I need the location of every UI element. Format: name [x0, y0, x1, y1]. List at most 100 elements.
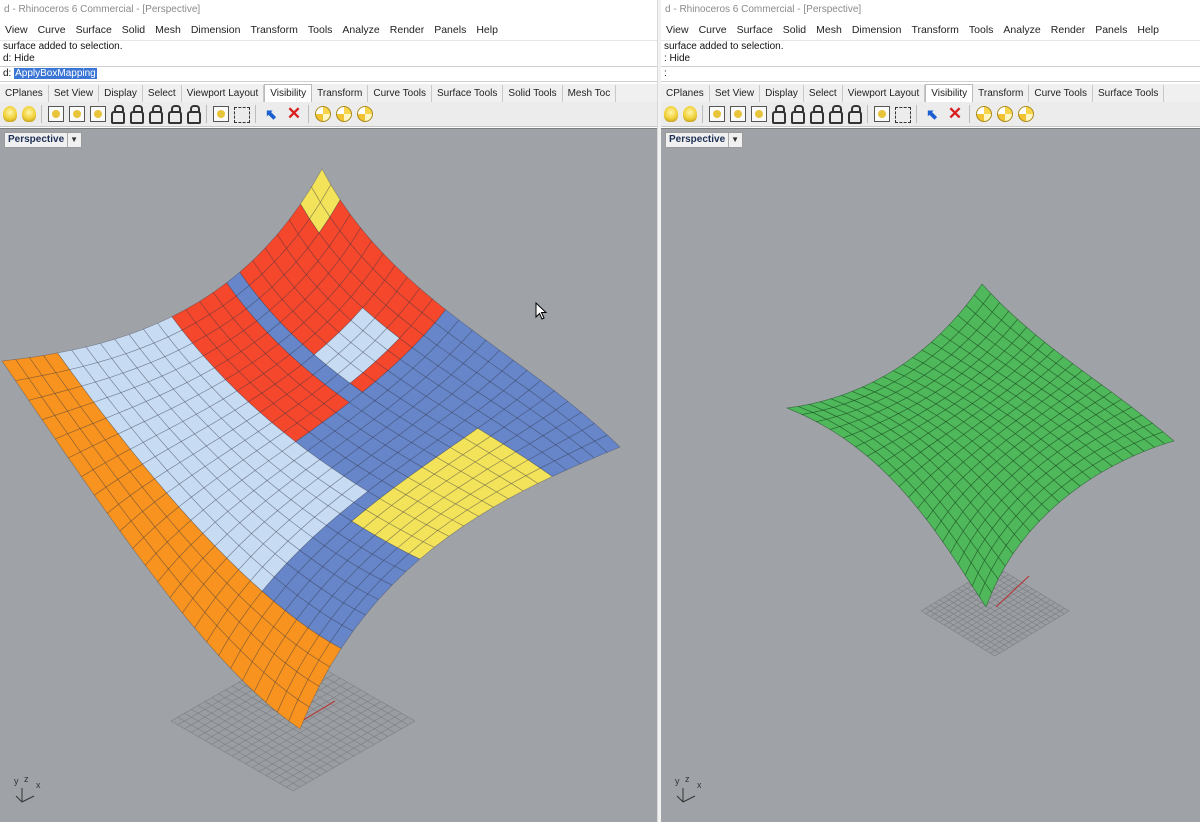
- tab-cplanes[interactable]: CPlanes: [661, 85, 710, 102]
- command-text[interactable]: ApplyBoxMapping: [14, 68, 97, 79]
- select-lock-icon[interactable]: [213, 106, 229, 122]
- tab-set-view[interactable]: Set View: [710, 85, 761, 102]
- delete-icon[interactable]: ✕: [946, 105, 964, 123]
- light-on-icon[interactable]: [48, 106, 64, 122]
- command-input[interactable]: :: [661, 66, 1200, 82]
- fan-icon[interactable]: [315, 106, 331, 122]
- tab-viewport-layout[interactable]: Viewport Layout: [843, 85, 926, 102]
- tab-display[interactable]: Display: [760, 85, 804, 102]
- tab-select[interactable]: Select: [804, 85, 843, 102]
- axis-y-label: y: [14, 776, 19, 786]
- menu-panels[interactable]: Panels: [1090, 20, 1132, 40]
- viewport-scene[interactable]: [661, 129, 1200, 822]
- tab-visibility[interactable]: Visibility: [264, 84, 313, 102]
- bulb-icon[interactable]: [664, 106, 678, 122]
- unlock-icon[interactable]: [810, 105, 824, 124]
- tab-mesh-tools[interactable]: Mesh Toc: [563, 85, 617, 102]
- tab-transform[interactable]: Transform: [973, 85, 1030, 102]
- tab-curve-tools[interactable]: Curve Tools: [368, 85, 432, 102]
- tab-display[interactable]: Display: [99, 85, 143, 102]
- tab-solid-tools[interactable]: Solid Tools: [503, 85, 563, 102]
- menu-curve[interactable]: Curve: [33, 20, 71, 40]
- chevron-down-icon[interactable]: ▼: [728, 133, 739, 147]
- axis-y-label: y: [675, 776, 680, 786]
- fan-icon[interactable]: [1018, 106, 1034, 122]
- menu-help[interactable]: Help: [471, 20, 503, 40]
- viewport-scene[interactable]: [0, 129, 657, 822]
- menu-help[interactable]: Help: [1132, 20, 1164, 40]
- perspective-viewport[interactable]: Perspective ▼ y z x: [0, 128, 657, 822]
- tab-cplanes[interactable]: CPlanes: [0, 85, 49, 102]
- light-swap-icon[interactable]: [90, 106, 106, 122]
- lock-icon[interactable]: [111, 105, 125, 124]
- lock-swap-icon[interactable]: [848, 105, 862, 124]
- menu-surface[interactable]: Surface: [732, 20, 778, 40]
- lock-swap-icon[interactable]: [187, 105, 201, 124]
- tab-viewport-layout[interactable]: Viewport Layout: [182, 85, 265, 102]
- select-lock-icon[interactable]: [874, 106, 890, 122]
- fan-icon[interactable]: [976, 106, 992, 122]
- menu-surface[interactable]: Surface: [71, 20, 117, 40]
- menu-tools[interactable]: Tools: [964, 20, 999, 40]
- delete-icon[interactable]: ✕: [285, 105, 303, 123]
- lock-icon[interactable]: [130, 105, 144, 124]
- tab-select[interactable]: Select: [143, 85, 182, 102]
- lock-icon[interactable]: [772, 105, 786, 124]
- select-icon[interactable]: [895, 107, 911, 123]
- command-prompt: :: [664, 68, 667, 79]
- unlock-icon[interactable]: [149, 105, 163, 124]
- menu-mesh[interactable]: Mesh: [811, 20, 847, 40]
- unlock-icon[interactable]: [168, 105, 182, 124]
- menu-analyze[interactable]: Analyze: [337, 20, 384, 40]
- fan-icon[interactable]: [997, 106, 1013, 122]
- unlock-icon[interactable]: [829, 105, 843, 124]
- world-axes-icon: y z x: [14, 774, 64, 806]
- menu-analyze[interactable]: Analyze: [998, 20, 1045, 40]
- green-surface[interactable]: [785, 283, 1175, 608]
- menu-solid[interactable]: Solid: [117, 20, 150, 40]
- menu-curve[interactable]: Curve: [694, 20, 732, 40]
- bulb-icon[interactable]: [22, 106, 36, 122]
- menu-tools[interactable]: Tools: [303, 20, 338, 40]
- fan-icon[interactable]: [357, 106, 373, 122]
- tab-surface-tools[interactable]: Surface Tools: [1093, 85, 1165, 102]
- menu-dimension[interactable]: Dimension: [847, 20, 907, 40]
- bulb-icon[interactable]: [3, 106, 17, 122]
- viewport-title-tab[interactable]: Perspective ▼: [665, 132, 744, 148]
- select-icon[interactable]: [234, 107, 250, 123]
- menu-mesh[interactable]: Mesh: [150, 20, 186, 40]
- menu-view[interactable]: View: [0, 20, 33, 40]
- tab-visibility[interactable]: Visibility: [925, 84, 974, 102]
- tab-set-view[interactable]: Set View: [49, 85, 100, 102]
- menu-render[interactable]: Render: [1046, 20, 1090, 40]
- menu-solid[interactable]: Solid: [778, 20, 811, 40]
- light-on-icon[interactable]: [709, 106, 725, 122]
- tab-transform[interactable]: Transform: [312, 85, 369, 102]
- toolbar-tabs: CPlanes Set View Display Select Viewport Lay…: [0, 84, 657, 103]
- history-line: surface added to selection.: [664, 41, 784, 52]
- visibility-toolbar: ⬉ ✕: [661, 102, 1200, 127]
- light-off-icon[interactable]: [730, 106, 746, 122]
- bulb-icon[interactable]: [683, 106, 697, 122]
- light-swap-icon[interactable]: [751, 106, 767, 122]
- hide-points-icon[interactable]: ⬉: [262, 105, 280, 123]
- menu-render[interactable]: Render: [385, 20, 429, 40]
- box-mapped-surface[interactable]: [1, 168, 621, 730]
- perspective-viewport[interactable]: Perspective ▼ y z x: [661, 128, 1200, 822]
- lock-icon[interactable]: [791, 105, 805, 124]
- chevron-down-icon[interactable]: ▼: [67, 133, 78, 147]
- hide-points-icon[interactable]: ⬉: [923, 105, 941, 123]
- light-off-icon[interactable]: [69, 106, 85, 122]
- menu-view[interactable]: View: [661, 20, 694, 40]
- tab-surface-tools[interactable]: Surface Tools: [432, 85, 504, 102]
- tab-curve-tools[interactable]: Curve Tools: [1029, 85, 1093, 102]
- command-history: surface added to selection. : Hide :: [661, 40, 1200, 82]
- viewport-title-tab[interactable]: Perspective ▼: [4, 132, 83, 148]
- toolbar-separator: [41, 105, 42, 123]
- menu-transform[interactable]: Transform: [245, 20, 302, 40]
- menu-transform[interactable]: Transform: [906, 20, 963, 40]
- fan-icon[interactable]: [336, 106, 352, 122]
- menu-panels[interactable]: Panels: [429, 20, 471, 40]
- menu-dimension[interactable]: Dimension: [186, 20, 246, 40]
- command-input[interactable]: d: ApplyBoxMapping: [0, 66, 657, 82]
